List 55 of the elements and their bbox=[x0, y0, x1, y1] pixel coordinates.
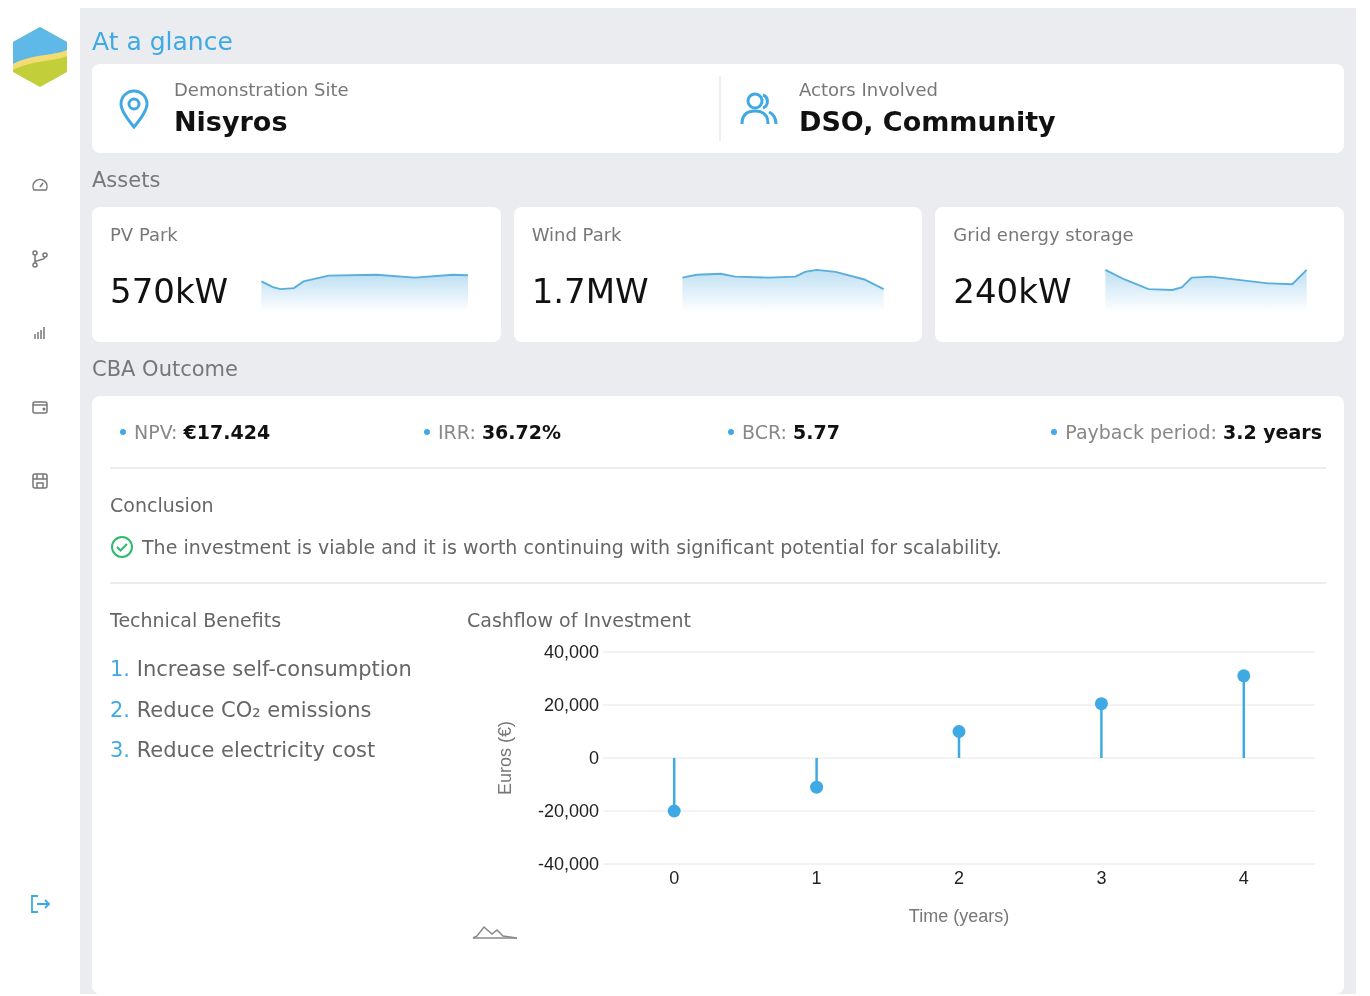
conclusion-text: The investment is viable and it is worth continuing with significant potential for scalability. bbox=[142, 535, 1002, 560]
data-point bbox=[1237, 668, 1251, 682]
branch-icon[interactable] bbox=[31, 250, 49, 268]
chart-title: Cashflow of Investment bbox=[467, 607, 691, 633]
benefits-heading: Technical Benefits bbox=[110, 607, 282, 633]
axis-title: Time (years) bbox=[908, 905, 1010, 926]
metric-text: Payback period: 3.2 years bbox=[1065, 420, 1322, 445]
check-circle-icon bbox=[110, 535, 134, 560]
benefit-item: 1. Increase self-consumption bbox=[110, 656, 412, 683]
bullet-icon bbox=[728, 429, 734, 436]
wallet-icon[interactable] bbox=[31, 398, 49, 416]
gauge-icon[interactable] bbox=[31, 176, 49, 194]
benefit-item: 2. Reduce CO₂ emissions bbox=[110, 696, 372, 724]
logout-icon[interactable] bbox=[29, 894, 51, 914]
asset-label: PV Park bbox=[110, 223, 178, 247]
page-title: At a glance bbox=[92, 26, 233, 58]
bullet-icon bbox=[424, 429, 430, 436]
field-value: DSO, Community bbox=[799, 105, 1056, 139]
section-heading: CBA Outcome bbox=[92, 356, 238, 383]
metric-text: IRR: 36.72% bbox=[438, 420, 561, 445]
field-label: Actors Involved bbox=[799, 78, 938, 102]
axis-tick-label: -20,000 bbox=[537, 800, 599, 821]
data-point bbox=[667, 804, 681, 817]
metric-text: NPV: €17.424 bbox=[134, 420, 271, 445]
asset-value: 1.7MW bbox=[531, 270, 649, 313]
benefit-item: 3. Reduce electricity cost bbox=[110, 737, 376, 764]
data-point bbox=[1094, 696, 1108, 710]
axis-tick-label: -40,000 bbox=[537, 853, 599, 874]
data-point bbox=[952, 724, 966, 738]
axis-tick-label: 0 bbox=[669, 867, 680, 888]
axis-tick-label: 40,000 bbox=[543, 641, 599, 662]
asset-label: Grid energy storage bbox=[953, 223, 1134, 247]
axis-tick-label: 0 bbox=[589, 747, 599, 768]
area-chart-icon bbox=[472, 923, 518, 940]
metric-text: BCR: 5.77 bbox=[742, 420, 840, 445]
axis-tick-label: 3 bbox=[1096, 867, 1107, 888]
field-label: Demonstration Site bbox=[174, 78, 349, 102]
axis-tick-label: 4 bbox=[1238, 867, 1249, 888]
logo-icon bbox=[12, 26, 68, 88]
asset-value: 240kW bbox=[953, 270, 1072, 313]
bullet-icon bbox=[120, 429, 126, 436]
asset-value: 570kW bbox=[110, 270, 229, 313]
asset-label: Wind Park bbox=[531, 223, 622, 247]
store-icon[interactable] bbox=[31, 472, 49, 490]
axis-tick-label: 1 bbox=[811, 867, 822, 888]
location-pin-icon bbox=[118, 88, 150, 129]
axis-tick-label: 2 bbox=[954, 867, 964, 888]
data-point bbox=[810, 780, 824, 794]
section-heading: Assets bbox=[92, 167, 161, 194]
field-value: Nisyros bbox=[174, 105, 288, 139]
axis-tick-label: 20,000 bbox=[543, 694, 599, 715]
axis-title: Euros (€) bbox=[495, 720, 515, 795]
users-icon bbox=[740, 91, 778, 126]
bullet-icon bbox=[1051, 429, 1058, 436]
conclusion-heading: Conclusion bbox=[110, 492, 214, 518]
